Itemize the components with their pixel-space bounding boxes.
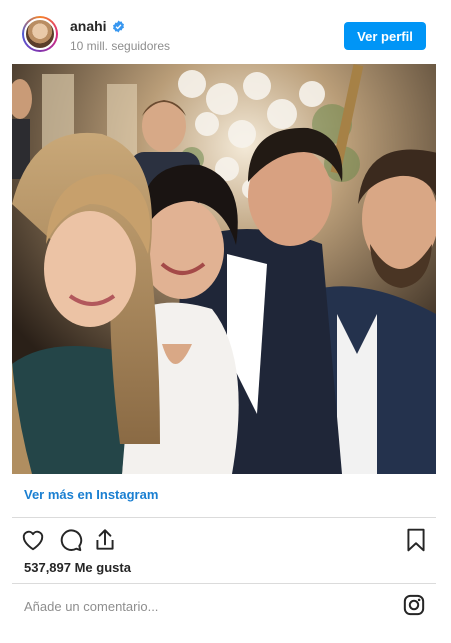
photo-illustration xyxy=(12,64,436,474)
profile-avatar[interactable] xyxy=(22,16,58,52)
avatar-image xyxy=(24,18,56,50)
divider xyxy=(12,517,436,518)
post-header: anahi 10 mill. seguidores Ver perfil xyxy=(12,14,439,58)
like-count: 537,897 Me gusta xyxy=(24,560,131,575)
username-row: anahi xyxy=(70,18,125,34)
instagram-logo-icon[interactable] xyxy=(403,594,425,616)
follower-count: 10 mill. seguidores xyxy=(70,39,171,53)
heart-icon[interactable] xyxy=(20,527,46,553)
view-profile-button[interactable]: Ver perfil xyxy=(344,22,426,50)
view-more-instagram-link[interactable]: Ver más en Instagram xyxy=(24,487,158,502)
comment-input[interactable]: Añade un comentario... xyxy=(24,599,158,614)
share-icon[interactable] xyxy=(92,527,118,553)
comment-icon[interactable] xyxy=(57,527,83,553)
action-bar xyxy=(12,523,436,557)
instagram-embed-card: anahi 10 mill. seguidores Ver perfil Ver… xyxy=(0,0,451,643)
verified-badge-icon xyxy=(112,20,124,32)
bookmark-icon[interactable] xyxy=(403,527,429,553)
post-photo[interactable] xyxy=(12,64,436,474)
username[interactable]: anahi xyxy=(70,18,107,34)
divider xyxy=(12,583,436,584)
